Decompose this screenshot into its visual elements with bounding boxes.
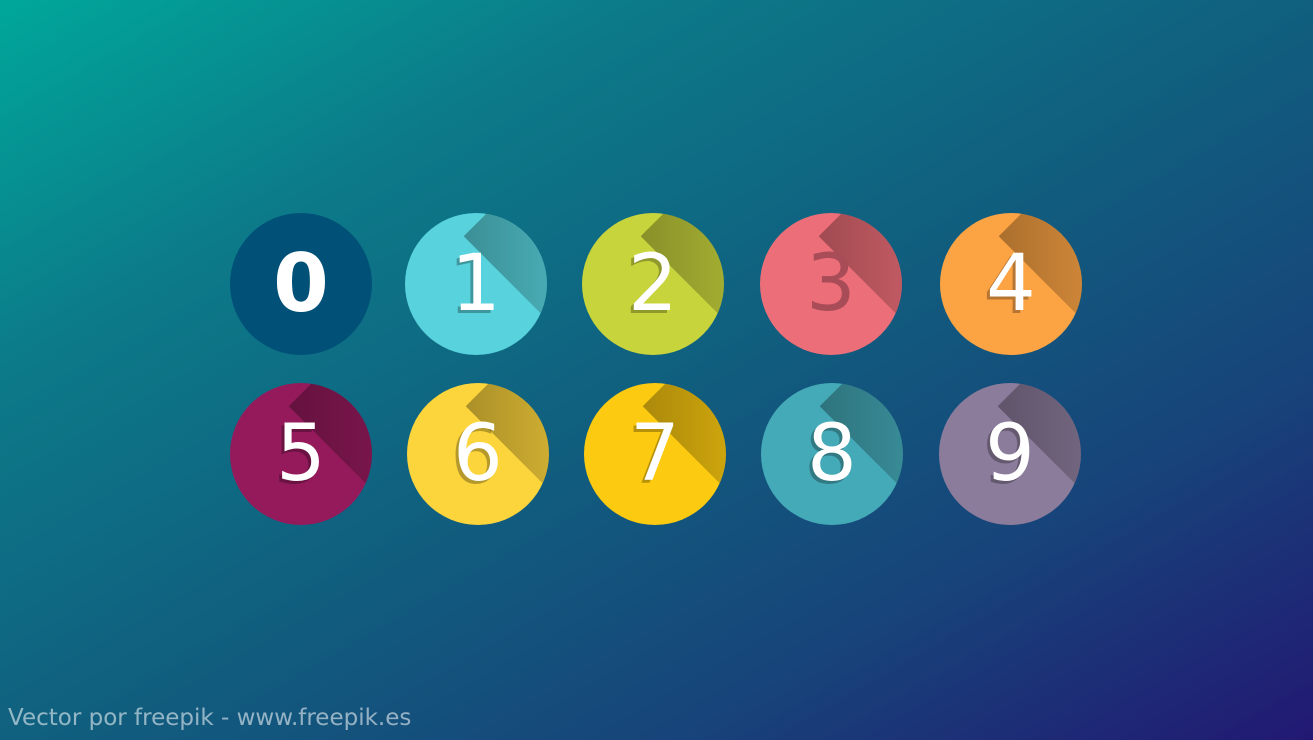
badge-5: 5	[230, 383, 372, 525]
badge-7: 7	[584, 383, 726, 525]
badge-4: 4	[940, 213, 1082, 355]
badge-5-digit: 5	[276, 409, 326, 499]
badge-3: 3	[760, 213, 902, 355]
badge-8-digit: 8	[807, 409, 857, 499]
badge-7-digit: 7	[630, 409, 680, 499]
badge-1-digit: 1	[451, 239, 501, 329]
badge-8: 8	[761, 383, 903, 525]
badge-2-digit: 2	[628, 239, 678, 329]
badge-6: 6	[407, 383, 549, 525]
badge-0-digit: 0	[273, 237, 329, 330]
badge-1: 1	[405, 213, 547, 355]
badge-4-digit: 4	[986, 239, 1036, 329]
badge-3-digit: 3	[806, 239, 856, 329]
badge-9-digit: 9	[985, 409, 1035, 499]
badge-9: 9	[939, 383, 1081, 525]
badge-0: 0	[230, 213, 372, 355]
badge-2: 2	[582, 213, 724, 355]
badge-6-digit: 6	[453, 409, 503, 499]
credit-text: Vector por freepik - www.freepik.es	[8, 705, 412, 731]
